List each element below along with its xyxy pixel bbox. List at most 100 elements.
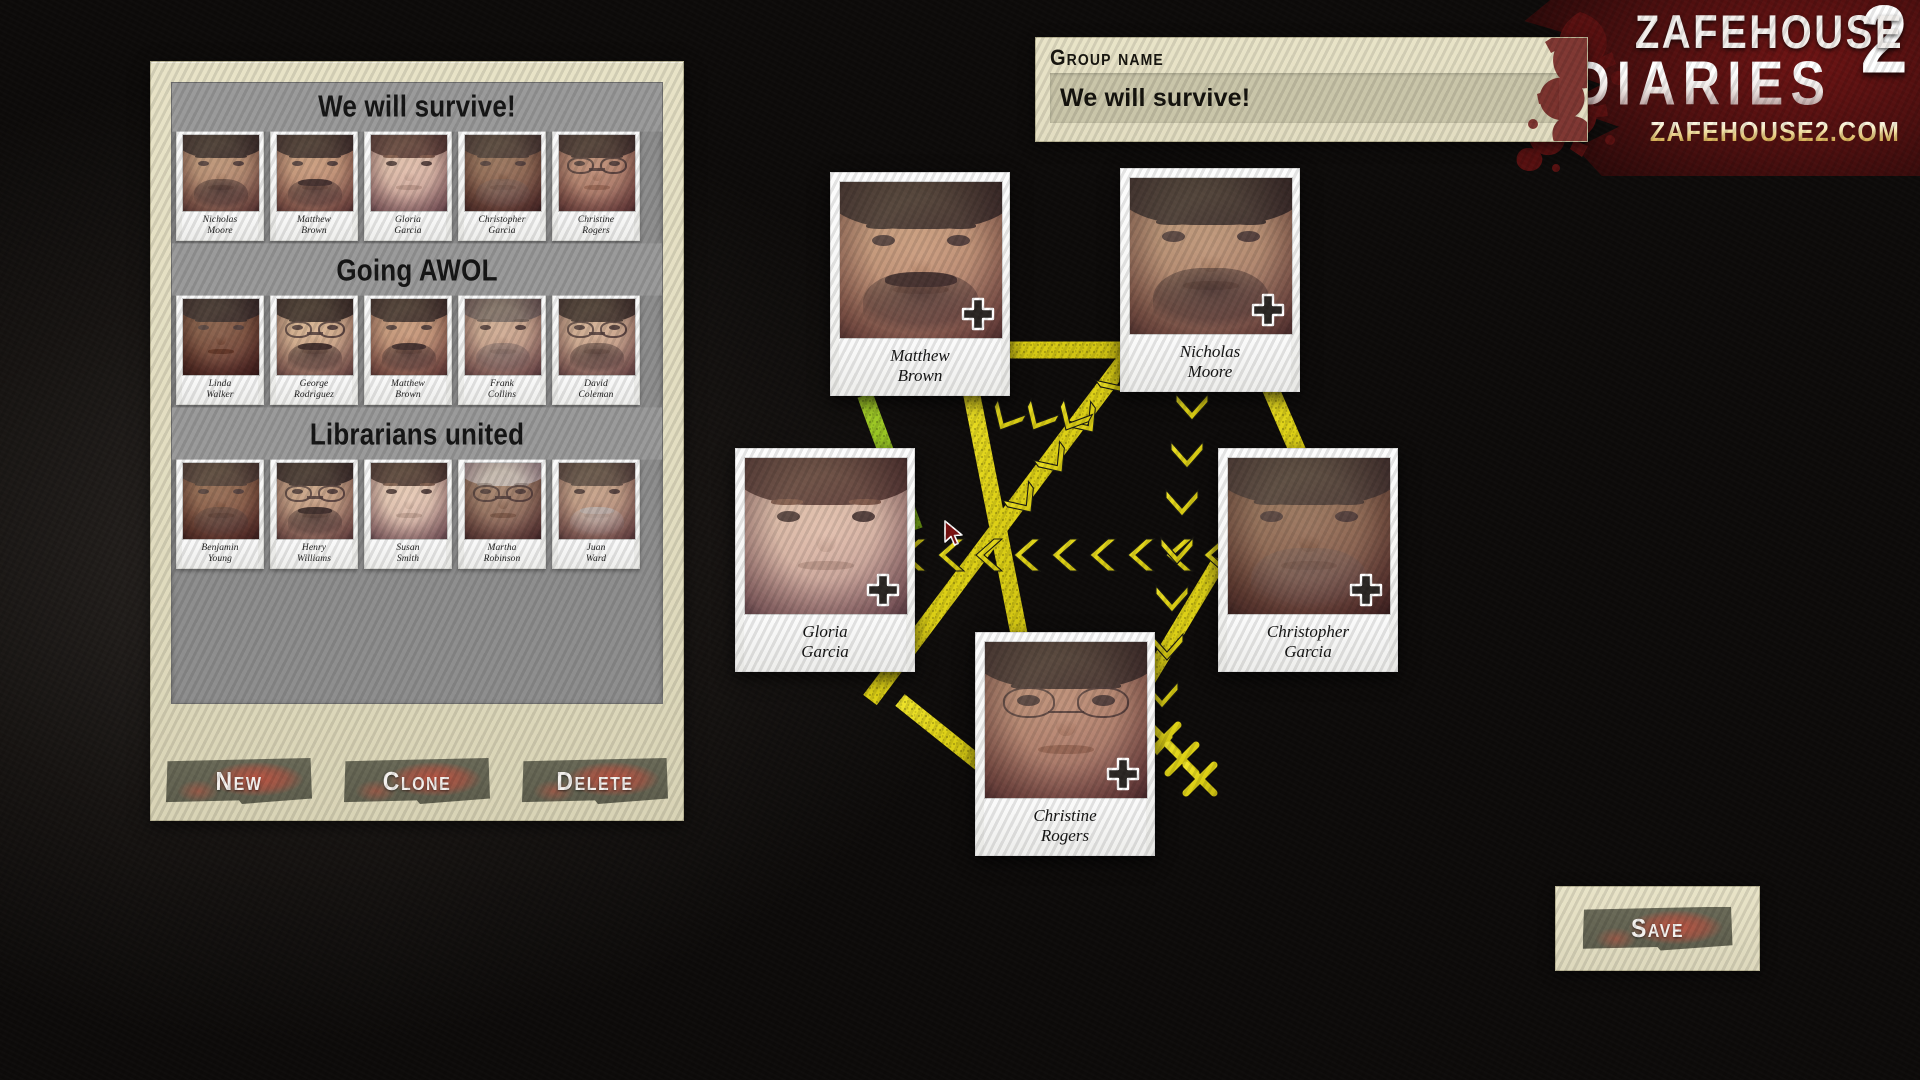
board-portrait — [1227, 457, 1391, 615]
group-title[interactable]: Going AWOL — [172, 243, 662, 296]
member-last-name: Coleman — [578, 389, 614, 400]
member-portrait — [464, 134, 542, 212]
board-character-card[interactable]: Gloria Garcia — [735, 448, 915, 672]
group-member-row: Benjamin Young Henry Williams Susan Smith Mart… — [172, 456, 662, 575]
portrait-image — [277, 299, 353, 375]
new-button-label: New — [215, 765, 263, 796]
member-portrait — [182, 134, 260, 212]
member-portrait — [558, 134, 636, 212]
member-card[interactable]: Susan Smith — [364, 456, 452, 569]
member-card[interactable]: Christine Rogers — [552, 128, 640, 241]
portrait-image — [277, 463, 353, 539]
member-name-caption: Nicholas Moore — [182, 212, 258, 240]
portrait-image — [371, 135, 447, 211]
member-name-caption: Juan Ward — [558, 540, 634, 568]
member-card[interactable]: Juan Ward — [552, 456, 640, 569]
member-name-caption: Susan Smith — [370, 540, 446, 568]
member-last-name: Smith — [396, 553, 420, 564]
member-card[interactable]: Benjamin Young — [176, 456, 264, 569]
plus-icon[interactable] — [866, 573, 900, 607]
member-portrait — [182, 298, 260, 376]
member-card[interactable]: Martha Robinson — [458, 456, 546, 569]
group-title[interactable]: Librarians united — [172, 407, 662, 460]
group-section[interactable]: Librarians united Benjamin Young Henry Willi… — [172, 407, 662, 575]
member-name-caption: Matthew Brown — [370, 376, 446, 404]
member-name-caption: Martha Robinson — [464, 540, 540, 568]
mouse-cursor — [944, 520, 963, 546]
member-first-name: Matthew — [297, 215, 331, 225]
member-card[interactable]: Linda Walker — [176, 292, 264, 405]
member-first-name: Susan — [396, 543, 420, 553]
member-portrait — [276, 134, 354, 212]
member-portrait — [558, 462, 636, 540]
portrait-image — [465, 135, 541, 211]
board-card-last-name: Garcia — [801, 642, 849, 662]
member-name-caption: George Rodriguez — [276, 376, 352, 404]
group-scroll-area[interactable]: We will survive! Nicholas Moore Matthew Brow… — [171, 82, 663, 704]
group-section[interactable]: We will survive! Nicholas Moore Matthew Brow… — [172, 83, 662, 247]
board-card-first-name: Matthew — [890, 346, 950, 365]
save-panel: Save — [1555, 886, 1760, 971]
member-first-name: Matthew — [391, 379, 425, 389]
member-last-name: Brown — [395, 389, 421, 400]
portrait-image — [465, 299, 541, 375]
new-button[interactable]: New — [166, 758, 312, 804]
clone-button[interactable]: Clone — [344, 758, 490, 804]
board-character-card[interactable]: Nicholas Moore — [1120, 168, 1300, 392]
board-character-card[interactable]: Christopher Garcia — [1218, 448, 1398, 672]
member-card[interactable]: Matthew Brown — [270, 128, 358, 241]
plus-icon[interactable] — [961, 297, 995, 331]
board-character-card[interactable]: Christine Rogers — [975, 632, 1155, 856]
member-portrait — [370, 134, 448, 212]
member-name-caption: Henry Williams — [276, 540, 352, 568]
board-card-caption: Christine Rogers — [984, 799, 1146, 855]
app-window: 2 ZAFEHOUSE DIARIES ZAFEHOUSE2.COM We wi… — [0, 0, 1920, 1080]
portrait-image — [183, 463, 259, 539]
board-card-first-name: Nicholas — [1179, 342, 1241, 361]
member-first-name: Henry — [301, 543, 327, 553]
member-card[interactable]: Nicholas Moore — [176, 128, 264, 241]
portrait-image — [277, 135, 353, 211]
member-last-name: Moore — [207, 225, 233, 236]
member-first-name: George — [299, 379, 329, 389]
member-portrait — [464, 298, 542, 376]
board-card-last-name: Brown — [897, 366, 943, 386]
member-portrait — [370, 462, 448, 540]
board-portrait — [744, 457, 908, 615]
portrait-image — [371, 463, 447, 539]
board-character-card[interactable]: Matthew Brown — [830, 172, 1010, 396]
board-card-last-name: Garcia — [1284, 642, 1332, 662]
member-card[interactable]: Frank Collins — [458, 292, 546, 405]
group-section[interactable]: Going AWOL Linda Walker George Rodriguez Matt… — [172, 243, 662, 411]
board-card-first-name: Christine — [1033, 806, 1097, 825]
member-first-name: Linda — [208, 379, 232, 389]
group-member-row: Linda Walker George Rodriguez Matthew Brown Fr… — [172, 292, 662, 411]
plus-icon[interactable] — [1251, 293, 1285, 327]
member-first-name: Frank — [490, 379, 514, 389]
member-last-name: Walker — [206, 389, 234, 400]
member-portrait — [558, 298, 636, 376]
delete-button[interactable]: Delete — [522, 758, 668, 804]
portrait-image — [183, 135, 259, 211]
member-last-name: Brown — [301, 225, 327, 236]
plus-icon[interactable] — [1349, 573, 1383, 607]
member-card[interactable]: David Coleman — [552, 292, 640, 405]
member-card[interactable]: Christopher Garcia — [458, 128, 546, 241]
group-title[interactable]: We will survive! — [172, 83, 662, 132]
board-card-caption: Matthew Brown — [839, 339, 1001, 395]
member-last-name: Collins — [487, 389, 517, 400]
member-portrait — [276, 298, 354, 376]
member-first-name: Juan — [586, 543, 606, 553]
plus-icon[interactable] — [1106, 757, 1140, 791]
member-first-name: Nicholas — [202, 215, 238, 225]
board-card-first-name: Christopher — [1266, 622, 1350, 641]
member-name-caption: Linda Walker — [182, 376, 258, 404]
group-list-panel: We will survive! Nicholas Moore Matthew Brow… — [150, 61, 684, 821]
member-card[interactable]: George Rodriguez — [270, 292, 358, 405]
save-button[interactable]: Save — [1582, 906, 1733, 951]
member-portrait — [464, 462, 542, 540]
member-card[interactable]: Matthew Brown — [364, 292, 452, 405]
member-card[interactable]: Gloria Garcia — [364, 128, 452, 241]
board-card-last-name: Moore — [1187, 362, 1233, 382]
member-card[interactable]: Henry Williams — [270, 456, 358, 569]
